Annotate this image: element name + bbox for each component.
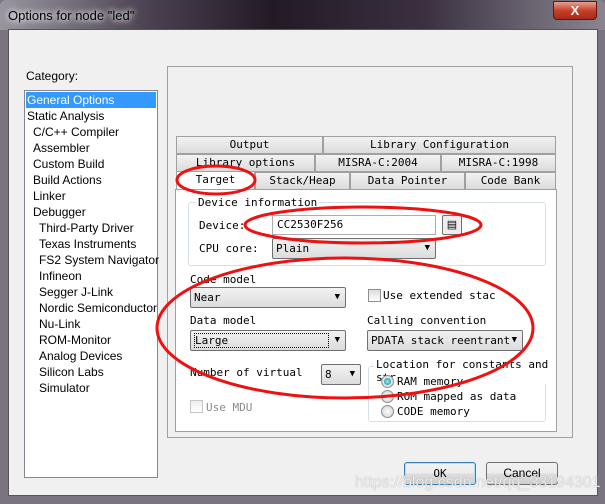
tab-misra-c-2004[interactable]: MISRA-C:2004 (315, 154, 441, 172)
device-input[interactable]: CC2530F256 (272, 215, 436, 235)
virtual-registers-select[interactable]: 8 ▼ (321, 364, 361, 385)
chevron-down-icon: ▼ (424, 243, 430, 253)
use-mdu-checkbox[interactable] (190, 400, 203, 413)
category-item[interactable]: C/C++ Compiler (33, 124, 119, 140)
device-info-legend: Device information (196, 196, 320, 209)
location-radio-label: RAM memory (397, 375, 464, 388)
device-select-button[interactable]: ▤ (442, 215, 462, 235)
code-model-label: Code model (190, 273, 257, 286)
location-radio[interactable] (381, 375, 394, 388)
target-tab-content: Device information Device: CC2530F256 ▤ … (175, 189, 557, 432)
device-label: Device: (199, 219, 246, 232)
tab-output[interactable]: Output (176, 136, 323, 154)
chevron-down-icon: ▼ (334, 292, 340, 302)
category-item[interactable]: Third-Party Driver (39, 220, 134, 236)
data-model-select[interactable]: Large ▼ (190, 330, 346, 351)
watermark: https://blog.csdn.net/qq_33194301 (355, 474, 601, 491)
tab-stack-heap[interactable]: Stack/Heap (255, 172, 350, 190)
virtual-registers-value: 8 (325, 368, 332, 381)
tab-misra-c-1998[interactable]: MISRA-C:1998 (441, 154, 556, 172)
category-item[interactable]: Debugger (33, 204, 86, 220)
extended-stack-checkbox[interactable] (368, 289, 381, 302)
code-model-select[interactable]: Near ▼ (190, 287, 346, 308)
category-item[interactable]: Build Actions (33, 172, 102, 188)
data-model-value: Large (194, 333, 330, 348)
chevron-down-icon: ▼ (334, 335, 340, 345)
category-label: Category: (26, 69, 79, 83)
cpu-core-select[interactable]: Plain ▼ (272, 238, 436, 259)
category-item[interactable]: Infineon (39, 268, 82, 284)
category-item[interactable]: ROM-Monitor (39, 332, 111, 348)
category-item[interactable]: Nordic Semiconductor (39, 300, 157, 316)
chevron-down-icon: ▼ (349, 369, 355, 379)
category-item[interactable]: General Options (26, 92, 156, 108)
code-model-value: Near (194, 291, 221, 304)
device-list-icon: ▤ (446, 219, 458, 231)
category-item[interactable]: Segger J-Link (39, 284, 113, 300)
category-item[interactable]: FS2 System Navigator (39, 252, 159, 268)
category-item[interactable]: Silicon Labs (39, 364, 104, 380)
window-title: Options for node "led" (8, 8, 135, 23)
tab-data-pointer[interactable]: Data Pointer (350, 172, 465, 190)
tab-target[interactable]: Target (176, 171, 255, 191)
location-radio[interactable] (381, 405, 394, 418)
extended-stack-label: Use extended stac (383, 289, 496, 302)
tab-library-options[interactable]: Library options (176, 154, 315, 172)
category-item[interactable]: Custom Build (33, 156, 104, 172)
calling-convention-value: PDATA stack reentrant (371, 334, 511, 347)
tab-library-configuration[interactable]: Library Configuration (323, 136, 556, 154)
cpu-core-label: CPU core: (199, 242, 259, 255)
data-model-label: Data model (190, 314, 257, 327)
chevron-down-icon: ▼ (511, 335, 517, 345)
title-bar: Options for node "led" X (0, 0, 605, 30)
calling-convention-select[interactable]: PDATA stack reentrant ▼ (367, 330, 523, 351)
calling-convention-label: Calling convention (367, 314, 487, 327)
category-item[interactable]: Analog Devices (39, 348, 122, 364)
category-item[interactable]: Texas Instruments (39, 236, 136, 252)
category-item[interactable]: Static Analysis (27, 108, 104, 124)
location-radio[interactable] (381, 390, 394, 403)
use-mdu-label: Use MDU (206, 401, 253, 414)
location-radio-label: CODE memory (397, 405, 470, 418)
location-radio-label: ROM mapped as data (397, 390, 517, 403)
close-button[interactable]: X (553, 1, 597, 20)
tab-code-bank[interactable]: Code Bank (465, 172, 556, 190)
category-item[interactable]: Nu-Link (39, 316, 80, 332)
category-list[interactable]: General Options Static Analysis C/C++ Comp… (24, 90, 159, 478)
category-item[interactable]: Linker (33, 188, 66, 204)
category-item[interactable]: Simulator (39, 380, 90, 396)
cpu-core-value: Plain (276, 242, 310, 255)
category-item[interactable]: Assembler (33, 140, 90, 156)
virtual-registers-label: Number of virtual (190, 366, 303, 379)
